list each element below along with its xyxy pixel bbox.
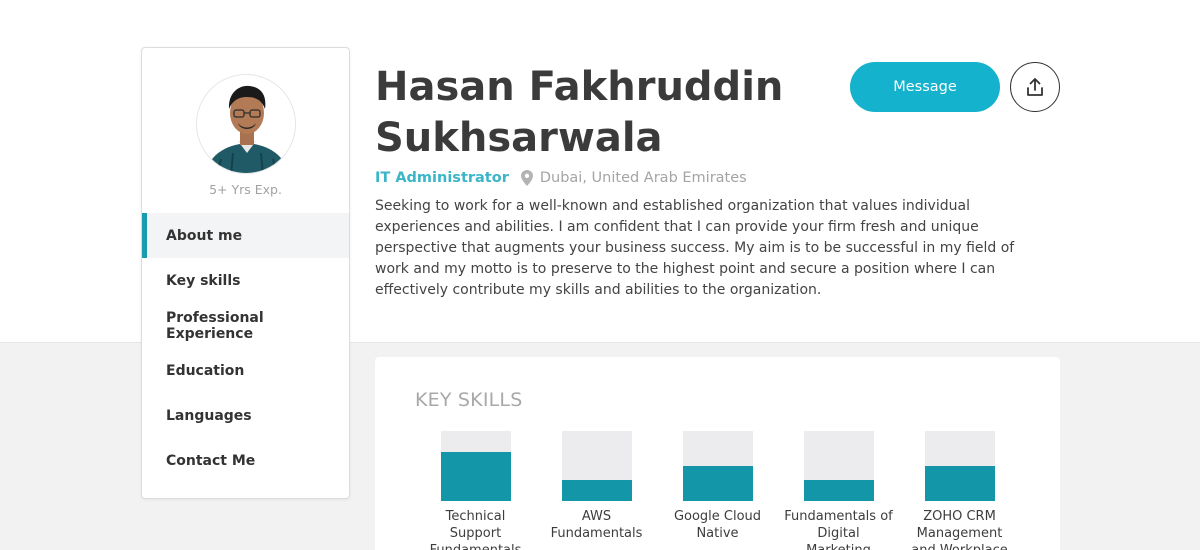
skill-label: ZOHO CRM Management and Workplace — [911, 509, 1007, 550]
sidebar-item-languages[interactable]: Languages — [142, 393, 349, 438]
skill-item: Google Cloud Native — [657, 431, 778, 550]
about-text: Seeking to work for a well-known and est… — [375, 198, 1015, 298]
sidebar-item-about-me[interactable]: About me — [142, 213, 349, 258]
key-skills-card: KEY SKILLS Technical Support Fundamental… — [375, 357, 1060, 550]
skill-bar-fill — [440, 452, 511, 501]
sidebar-item-education[interactable]: Education — [142, 348, 349, 393]
skill-item: AWS Fundamentals — [536, 431, 657, 550]
job-title: IT Administrator — [375, 170, 509, 186]
avatar — [196, 74, 296, 174]
key-skills-title: KEY SKILLS — [415, 389, 523, 411]
skill-bar-fill — [924, 466, 995, 501]
sidebar-nav: About me Key skills Professional Experie… — [142, 213, 349, 483]
share-button[interactable] — [1010, 62, 1060, 112]
skill-label: Google Cloud Native — [673, 509, 762, 541]
avatar-illustration — [197, 75, 295, 173]
skill-bar-fill — [561, 480, 632, 501]
skill-bar — [682, 431, 753, 501]
skill-label: AWS Fundamentals — [550, 509, 643, 541]
skill-label: Technical Support Fundamentals — [430, 509, 522, 550]
experience-text: 5+ Yrs Exp. — [209, 182, 282, 197]
skill-item: ZOHO CRM Management and Workplace — [899, 431, 1020, 550]
sidebar-item-key-skills[interactable]: Key skills — [142, 258, 349, 303]
skills-list: Technical Support Fundamentals AWS Funda… — [415, 431, 1020, 550]
message-button[interactable]: Message — [850, 62, 1000, 112]
location-pin-icon — [520, 170, 533, 186]
skill-bar — [440, 431, 511, 501]
skill-bar — [561, 431, 632, 501]
skill-item: Fundamentals of Digital Marketing — [778, 431, 899, 550]
sidebar-item-contact-me[interactable]: Contact Me — [142, 438, 349, 483]
skill-item: Technical Support Fundamentals — [415, 431, 536, 550]
skill-bar-fill — [682, 466, 753, 501]
location-text: Dubai, United Arab Emirates — [539, 170, 747, 186]
skill-bar — [803, 431, 874, 501]
skill-bar-fill — [803, 480, 874, 501]
skill-label: Fundamentals of Digital Marketing — [784, 509, 893, 550]
sidebar-item-professional-experience[interactable]: Professional Experience — [142, 303, 349, 348]
share-upload-icon — [1027, 78, 1043, 96]
profile-name: Hasan Fakhruddin Sukhsarwala — [375, 64, 784, 161]
skill-bar — [924, 431, 995, 501]
role-location-row: IT Administrator Dubai, United Arab Emir… — [375, 170, 747, 186]
profile-sidebar: 5+ Yrs Exp. About me Key skills Professi… — [141, 47, 350, 499]
